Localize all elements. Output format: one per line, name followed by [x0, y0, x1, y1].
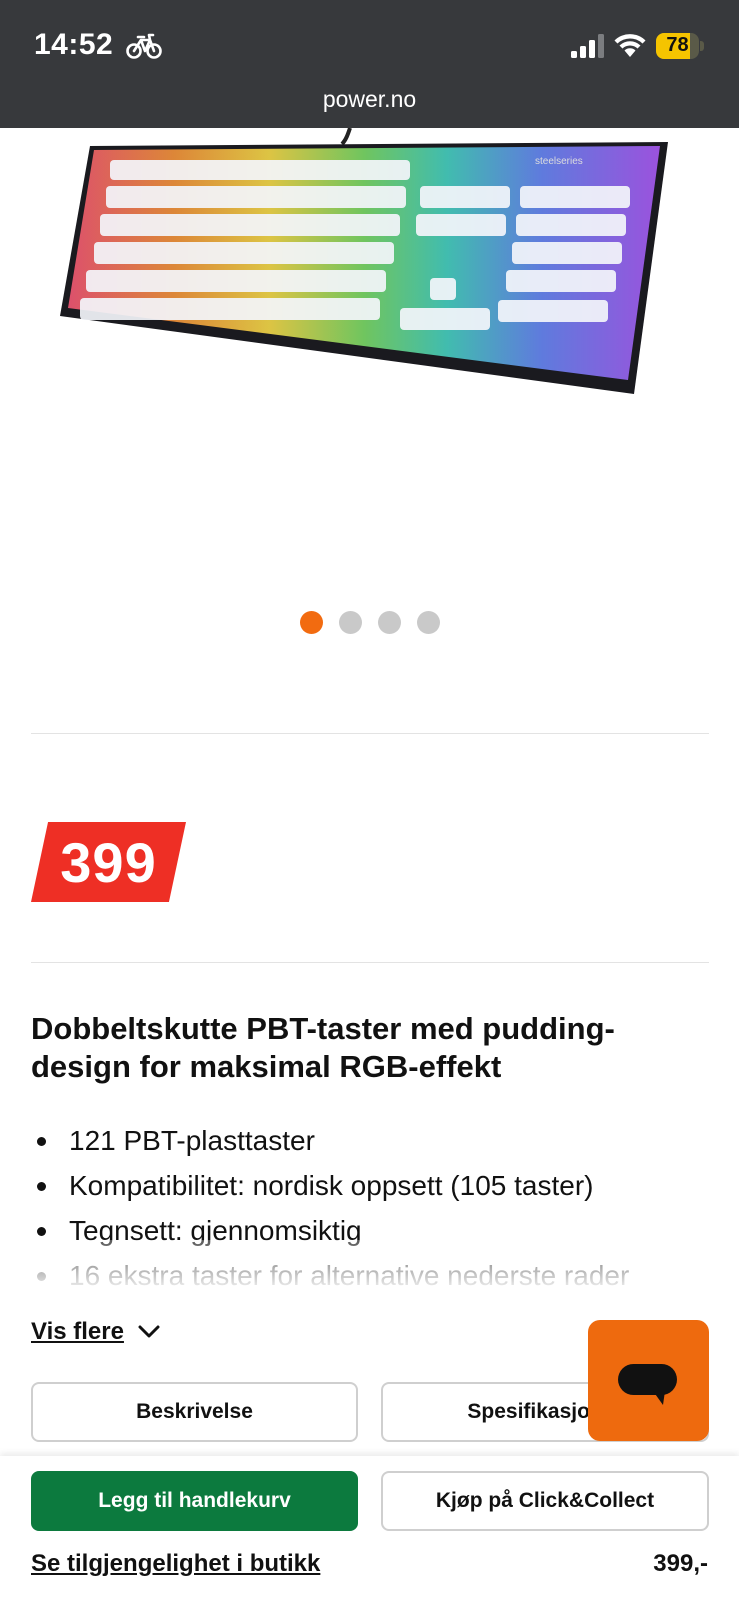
- click-collect-button[interactable]: Kjøp på Click&Collect: [381, 1471, 709, 1531]
- bottom-action-bar: Legg til handlekurv Kjøp på Click&Collec…: [0, 1456, 739, 1600]
- carousel-dot[interactable]: [300, 611, 323, 634]
- carousel-indicators: [300, 611, 440, 635]
- chevron-down-icon: [138, 1325, 160, 1338]
- product-headline: Dobbeltskutte PBT-taster med pudding-des…: [31, 1011, 615, 1084]
- tab-description-label: Beskrivelse: [136, 1400, 253, 1423]
- price-tag: 399: [31, 822, 186, 902]
- address-bar-url[interactable]: power.no: [0, 86, 739, 113]
- store-availability-link[interactable]: Se tilgjengelighet i butikk: [31, 1550, 320, 1578]
- show-more-link[interactable]: Vis flere: [31, 1318, 160, 1346]
- add-to-cart-label: Legg til handlekurv: [98, 1489, 291, 1512]
- add-to-cart-button[interactable]: Legg til handlekurv: [31, 1471, 358, 1531]
- bottom-price: 399,-: [653, 1550, 708, 1577]
- status-time: 14:52: [34, 28, 114, 61]
- tab-description[interactable]: Beskrivelse: [31, 1382, 358, 1442]
- chat-button[interactable]: [588, 1320, 709, 1441]
- battery-icon: 78: [656, 33, 704, 59]
- carousel-dot[interactable]: [378, 611, 401, 634]
- click-collect-label: Kjøp på Click&Collect: [435, 1489, 655, 1512]
- bicycle-icon: [126, 33, 162, 59]
- feature-item: Kompatibilitet: nordisk oppsett (105 tas…: [31, 1163, 721, 1208]
- price-value: 399: [60, 831, 157, 894]
- status-bar: 14:52 78 power.no: [0, 0, 739, 128]
- divider: [31, 733, 709, 734]
- show-more-label: Vis flere: [31, 1318, 124, 1345]
- wifi-icon: [614, 34, 646, 57]
- battery-level: 78: [666, 34, 689, 56]
- carousel-dot[interactable]: [339, 611, 362, 634]
- divider: [31, 962, 709, 963]
- feature-list-fade: [0, 1240, 739, 1290]
- svg-text:steelseries: steelseries: [535, 156, 583, 167]
- carousel-dot[interactable]: [417, 611, 440, 634]
- product-image[interactable]: steelseries: [50, 128, 690, 408]
- feature-item: 121 PBT-plasttaster: [31, 1118, 721, 1163]
- chat-icon: [618, 1364, 677, 1395]
- cellular-signal-icon: [571, 34, 604, 58]
